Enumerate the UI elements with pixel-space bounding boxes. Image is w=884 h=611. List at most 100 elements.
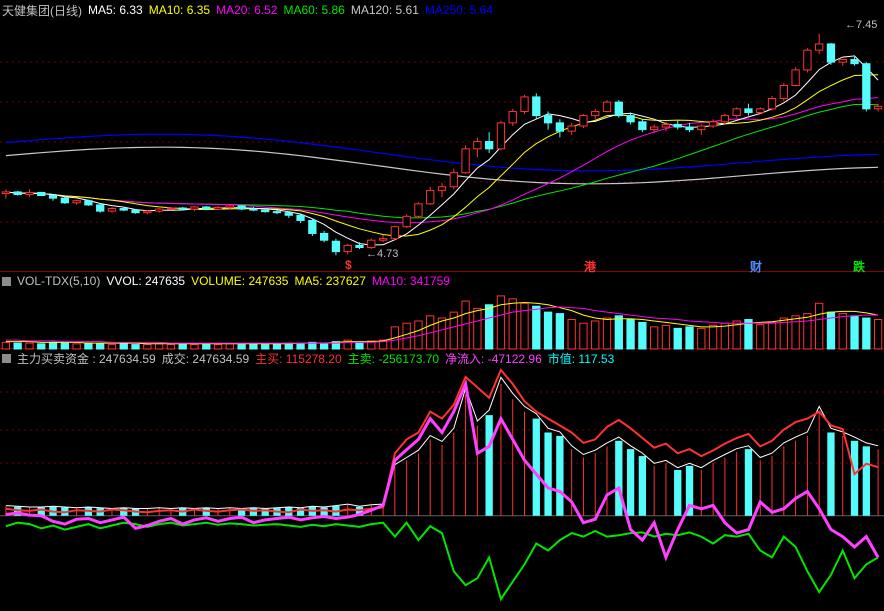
high-arrow-icon: ←	[845, 19, 856, 31]
event-marker-dividend[interactable]: $	[345, 258, 352, 272]
fund-indicator-title[interactable]: 主力买卖资金 : 247634.59	[17, 350, 156, 367]
vol-ma10-readout: MA10: 341759	[371, 274, 450, 288]
volume-bar	[249, 343, 258, 350]
volume-bar	[213, 344, 223, 350]
volume-bar	[626, 319, 635, 350]
volume-bar	[508, 298, 517, 350]
ma120-line	[5, 146, 879, 185]
candle-body	[461, 148, 470, 174]
candle-body	[756, 108, 765, 113]
fund-bar	[544, 432, 552, 516]
event-marker-port[interactable]: 港	[584, 258, 596, 275]
volume-bar	[602, 317, 612, 350]
candle-body	[826, 43, 836, 63]
candle-body	[1, 191, 11, 194]
candle-body	[555, 122, 565, 132]
ma120-readout: MA120: 5.61	[350, 3, 419, 17]
fund-bar	[827, 432, 835, 516]
candle-body	[37, 191, 46, 197]
volume-bar	[685, 326, 694, 350]
volume-bar	[767, 321, 777, 350]
candle-body	[767, 97, 777, 110]
candle-body	[508, 110, 517, 124]
kline-chart[interactable]	[0, 0, 884, 611]
volume-bar	[650, 326, 659, 350]
candle-body	[473, 141, 482, 150]
volume-bar	[543, 311, 553, 350]
candle-body	[378, 238, 388, 241]
candle-body	[626, 115, 635, 123]
candle-body	[60, 197, 69, 204]
candle-body	[178, 207, 187, 210]
candle-body	[296, 214, 305, 221]
candle-body	[402, 215, 411, 228]
candle-body	[72, 200, 81, 204]
volume-bar	[838, 313, 847, 350]
main-sell-line	[5, 521, 879, 602]
candle-body	[154, 208, 164, 212]
candle-body	[661, 123, 671, 128]
candle-body	[96, 204, 105, 212]
candle-body	[697, 125, 706, 131]
candle-body	[319, 232, 329, 241]
candle-body	[213, 206, 223, 210]
vvol-readout: VVOL: 247635	[106, 274, 186, 288]
candle-body	[732, 108, 741, 117]
candle-body	[426, 189, 435, 205]
event-marker-drop[interactable]: 跌	[853, 258, 865, 275]
volume-bar	[272, 343, 282, 350]
volume-bar	[237, 344, 246, 350]
price-panel-header: 天健集团(日线) MA5: 6.33 MA10: 6.35 MA20: 6.52…	[0, 2, 499, 18]
candle-body	[803, 49, 812, 71]
panel-menu-icon[interactable]	[2, 276, 11, 286]
volume-bar	[720, 322, 730, 350]
volume-indicator-title[interactable]: VOL-TDX(5,10)	[17, 274, 100, 288]
candle-body	[131, 209, 140, 214]
candle-body	[331, 240, 341, 253]
candle-body	[591, 110, 600, 117]
fund-panel-header: 主力买卖资金 : 247634.59 成交: 247634.59 主买: 115…	[0, 350, 620, 366]
volume-bar	[296, 343, 305, 350]
volume-bar	[850, 315, 859, 350]
volume-bar	[143, 344, 152, 350]
candle-body	[284, 212, 293, 216]
candle-body	[579, 115, 588, 127]
volume-bar	[202, 343, 211, 350]
volume-bar	[1, 341, 11, 350]
candle-body	[249, 208, 258, 211]
candle-body	[449, 172, 458, 188]
volume-bar	[815, 302, 824, 350]
candle-body	[496, 122, 506, 150]
volume-bar	[72, 343, 81, 350]
fund-bar	[532, 418, 540, 516]
ma5-readout: MA5: 6.33	[88, 3, 143, 17]
candle-body	[343, 244, 352, 253]
event-marker-finance[interactable]: 财	[750, 258, 762, 275]
volume-bar	[661, 324, 671, 350]
volume-bar	[673, 327, 682, 350]
candle-body	[520, 96, 529, 112]
ma20-readout: MA20: 6.52	[216, 3, 278, 17]
volume-bar	[119, 343, 128, 350]
candle-body	[272, 211, 282, 214]
stock-title[interactable]: 天健集团(日线)	[2, 2, 82, 19]
candle-body	[862, 63, 871, 110]
volume-bar	[355, 341, 364, 350]
volume-bar	[791, 315, 800, 350]
volume-bar	[96, 343, 105, 350]
candle-body	[237, 205, 246, 210]
volume-bar	[84, 342, 93, 350]
volume-bar	[473, 307, 482, 350]
volume-bar	[48, 341, 58, 350]
volume-bar	[319, 342, 329, 350]
candle-body	[815, 43, 824, 51]
main-sell-readout: 主卖: -256173.70	[347, 351, 440, 366]
volume-bar	[579, 322, 588, 350]
panel-menu-icon[interactable]	[2, 353, 11, 363]
candle-body	[791, 69, 800, 86]
volume-bar	[225, 343, 234, 350]
candle-body	[143, 210, 152, 214]
ma250-readout: MA250: 5.64	[424, 3, 493, 17]
candle-body	[390, 226, 400, 240]
volume-bar	[131, 344, 140, 350]
